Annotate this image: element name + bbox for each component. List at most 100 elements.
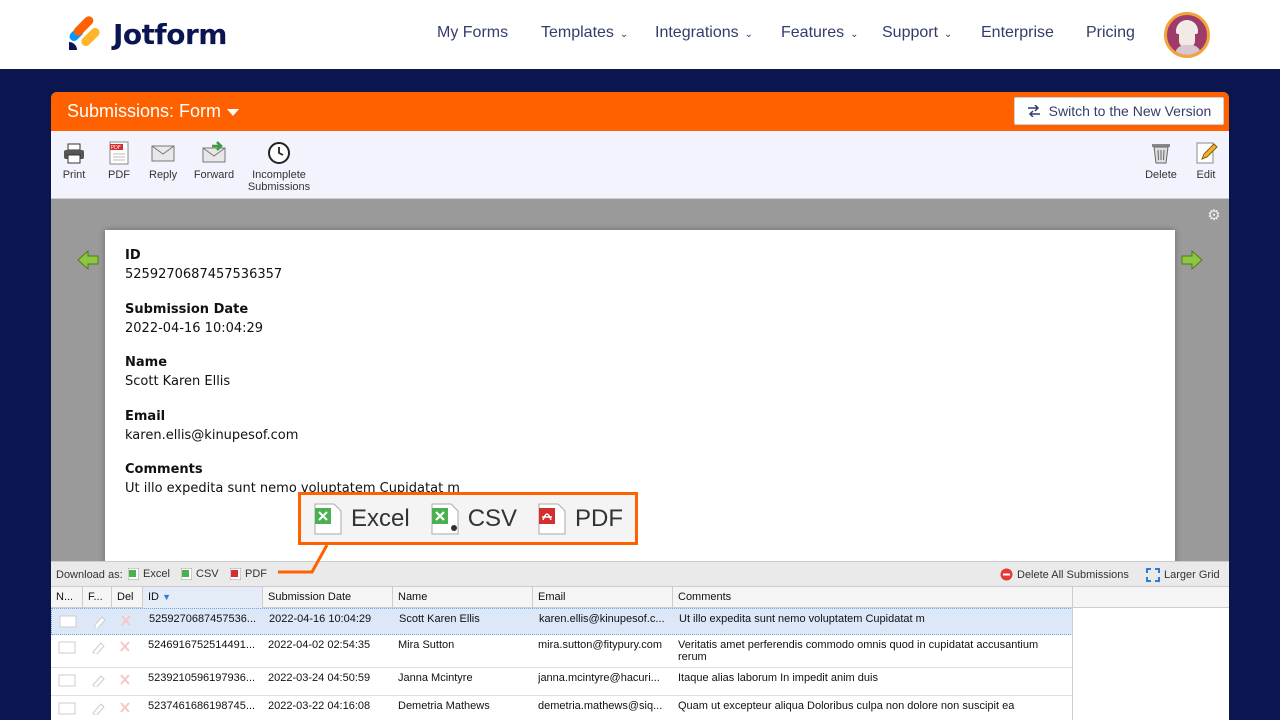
column-header-label: ID — [148, 591, 159, 603]
table-row[interactable]: 5259270687457536... 2022-04-16 10:04:29 … — [51, 608, 1073, 635]
cell-date: 2022-03-24 04:50:59 — [268, 672, 371, 684]
field-comments: Comments Ut illo expedita sunt nemo volu… — [125, 462, 460, 496]
nav-pricing[interactable]: Pricing — [1086, 24, 1135, 42]
table-row[interactable]: 5239210596197936... 2022-03-24 04:50:59 … — [51, 668, 1073, 696]
tool-label: Reply — [149, 169, 178, 181]
jotform-logo[interactable]: Jotform — [67, 14, 227, 51]
cell-comments: Itaque alias laborum In impedit anim dui… — [678, 672, 878, 684]
nav-templates[interactable]: Templates ⌄ — [541, 24, 628, 42]
tool-label: Incomplete Submissions — [247, 169, 311, 193]
delete-button[interactable]: Delete — [1144, 141, 1178, 181]
forward-button[interactable]: Forward — [193, 141, 235, 181]
field-label: Submission Date — [125, 302, 249, 317]
callout-label: CSV — [467, 504, 518, 532]
pencil-icon — [1196, 142, 1218, 164]
callout-label: Excel — [351, 504, 410, 532]
column-header-del[interactable]: Del — [112, 587, 143, 608]
cell-email: janna.mcintyre@hacuri... — [538, 672, 660, 684]
cell-id: 5246916752514491... — [148, 639, 256, 651]
incomplete-submissions-button[interactable]: Incomplete Submissions — [247, 141, 311, 193]
form-selector[interactable]: Submissions: Form — [67, 101, 240, 122]
table-row[interactable]: 5246916752514491... 2022-04-02 02:54:35 … — [51, 635, 1073, 668]
column-header-submission-date[interactable]: Submission Date — [263, 587, 393, 608]
column-header-name[interactable]: Name — [393, 587, 533, 608]
grid-divider — [1072, 608, 1073, 720]
cell-date: 2022-03-22 04:16:08 — [268, 700, 371, 712]
edit-button[interactable]: Edit — [1194, 141, 1218, 181]
download-excel-label: Excel — [143, 568, 170, 580]
field-label: Comments — [125, 462, 203, 477]
cell-id: 5259270687457536... — [149, 613, 257, 625]
cell-email: karen.ellis@kinupesof.c... — [539, 613, 665, 625]
download-pdf-link[interactable]: PDF — [230, 568, 267, 580]
reply-button[interactable]: Reply — [149, 141, 177, 181]
svg-text:PDF: PDF — [111, 145, 121, 151]
nav-enterprise[interactable]: Enterprise — [981, 24, 1054, 42]
nav-label: Integrations — [655, 24, 739, 41]
submission-detail: ID 5259270687457536357 Submission Date 2… — [105, 230, 1175, 570]
panel-title: Submissions: Form — [67, 101, 222, 121]
download-csv-link[interactable]: CSV — [181, 568, 219, 580]
top-navigation: Jotform My Forms Templates ⌄ Integrations… — [0, 0, 1280, 69]
pdf-button[interactable]: PDF PDF — [106, 141, 132, 181]
nav-label: Features — [781, 24, 845, 41]
chevron-down-icon: ⌄ — [944, 29, 953, 40]
nav-label: Enterprise — [981, 24, 1054, 41]
column-header-new[interactable]: N... — [51, 587, 83, 608]
column-header-comments[interactable]: Comments — [673, 587, 1073, 608]
trash-icon — [1152, 144, 1170, 164]
callout-label: PDF — [575, 504, 624, 532]
field-name: Name Scott Karen Ellis — [125, 355, 230, 389]
cell-email: demetria.mathews@siq... — [538, 700, 663, 712]
switch-version-button[interactable]: Switch to the New Version — [1014, 97, 1224, 125]
row-status-icons — [59, 615, 131, 628]
field-label: ID — [125, 248, 141, 263]
download-format-callout: Excel CSV PDF — [298, 492, 638, 545]
jotform-logo-icon — [67, 14, 102, 51]
chevron-down-icon: ⌄ — [744, 29, 753, 40]
field-email: Email karen.ellis@kinupesof.com — [125, 409, 298, 443]
column-header-email[interactable]: Email — [533, 587, 673, 608]
row-status-icons — [58, 674, 130, 687]
column-header-id[interactable]: ID ▼ — [143, 587, 263, 608]
cell-date: 2022-04-02 02:54:35 — [268, 639, 371, 651]
envelope-forward-icon — [202, 141, 226, 163]
nav-support[interactable]: Support ⌄ — [882, 24, 952, 42]
next-submission-arrow-icon[interactable] — [1180, 249, 1204, 271]
tool-label: Edit — [1196, 169, 1216, 181]
user-avatar[interactable] — [1164, 12, 1210, 58]
print-button[interactable]: Print — [62, 141, 86, 181]
download-csv-label: CSV — [196, 568, 219, 580]
submissions-grid: N... F... Del ID ▼ Submission Date Name … — [51, 587, 1229, 720]
download-excel-link[interactable]: Excel — [128, 568, 170, 580]
field-label: Name — [125, 355, 168, 370]
clock-icon — [268, 142, 290, 164]
chevron-down-icon: ⌄ — [850, 29, 859, 40]
field-value: 5259270687457536357 — [125, 267, 283, 282]
nav-label: Templates — [541, 24, 614, 41]
previous-submission-arrow-icon[interactable] — [76, 249, 100, 271]
nav-integrations[interactable]: Integrations ⌄ — [655, 24, 753, 42]
cell-email: mira.sutton@fitypury.com — [538, 639, 663, 651]
settings-gear-icon[interactable]: ⚙ — [1206, 208, 1222, 224]
excel-file-icon — [128, 568, 139, 580]
larger-grid-link[interactable]: Larger Grid — [1146, 568, 1220, 582]
delete-circle-icon — [1000, 568, 1013, 581]
tool-label: Print — [62, 169, 86, 181]
column-header-flag[interactable]: F... — [83, 587, 112, 608]
field-submission-date: Submission Date 2022-04-16 10:04:29 — [125, 302, 263, 336]
cell-name: Mira Sutton — [398, 639, 455, 651]
table-row[interactable]: 5237461686198745... 2022-03-22 04:16:08 … — [51, 696, 1073, 720]
delete-all-submissions-link[interactable]: Delete All Submissions — [1000, 568, 1129, 581]
callout-csv: CSV — [430, 502, 517, 536]
tool-label: PDF — [108, 169, 130, 181]
nav-features[interactable]: Features ⌄ — [781, 24, 859, 42]
nav-my-forms[interactable]: My Forms — [437, 24, 508, 42]
callout-pdf: PDF — [537, 502, 623, 536]
tool-label: Delete — [1145, 169, 1177, 181]
tool-label: Forward — [193, 169, 235, 181]
expand-icon — [1146, 568, 1160, 582]
cell-name: Scott Karen Ellis — [399, 613, 480, 625]
download-bar: Download as: Excel CSV PDF Delete All Su… — [51, 561, 1229, 587]
grid-header: N... F... Del ID ▼ Submission Date Name … — [51, 587, 1229, 608]
